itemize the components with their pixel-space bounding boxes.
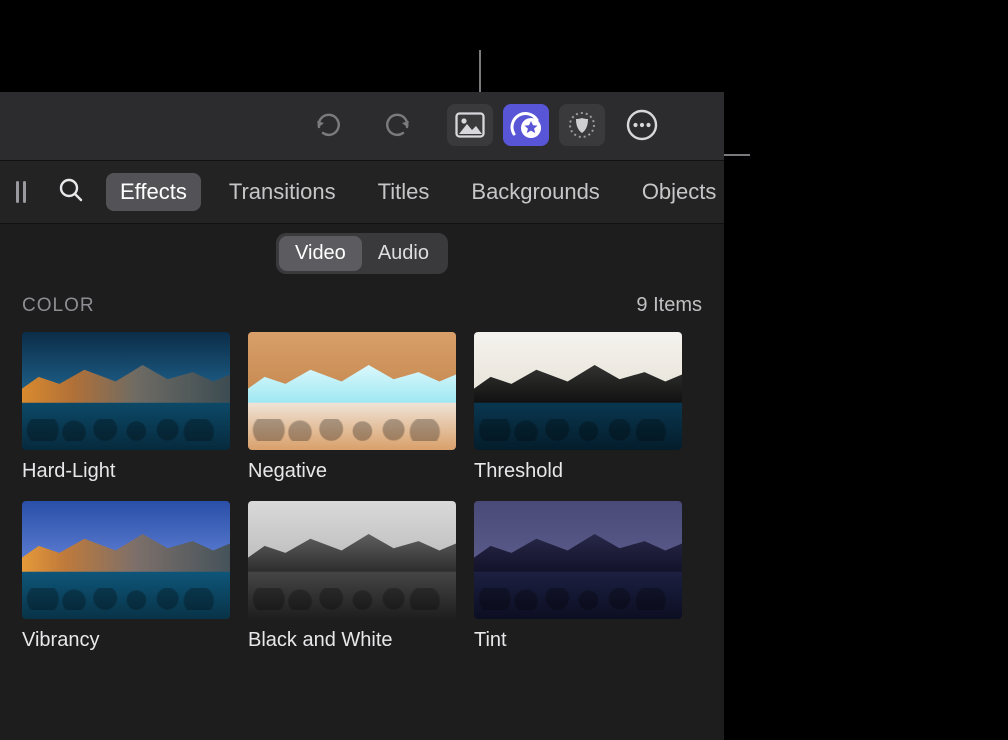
more-button[interactable] <box>621 104 663 146</box>
keyframe-shield-icon <box>567 110 597 140</box>
effects-browser-button[interactable] <box>503 104 549 146</box>
undo-icon <box>313 110 343 140</box>
tab-effects[interactable]: Effects <box>106 173 201 211</box>
redo-button[interactable] <box>377 104 419 146</box>
effects-browser-panel: EffectsTransitionsTitlesBackgroundsObjec… <box>0 92 724 740</box>
effect-label: Hard-Light <box>22 460 230 483</box>
tab-backgrounds[interactable]: Backgrounds <box>457 173 613 211</box>
ellipsis-circle-icon <box>625 108 659 142</box>
photo-icon <box>455 112 485 138</box>
effects-star-icon <box>509 110 543 140</box>
effect-cell[interactable]: Hard-Light <box>22 332 230 483</box>
category-tab-row: EffectsTransitionsTitlesBackgroundsObjec… <box>0 160 724 224</box>
segment-video[interactable]: Video <box>279 236 362 271</box>
effect-label: Tint <box>474 629 682 652</box>
effects-grid: Hard-Light Negative Threshold Vibrancy Black… <box>22 332 702 652</box>
media-type-segment-wrap: VideoAudio <box>0 222 724 284</box>
effect-thumbnail <box>248 332 456 450</box>
panel-collapse-handle[interactable] <box>14 178 28 206</box>
toolbar-button-group <box>325 104 663 146</box>
section-item-count: 9 Items <box>636 294 702 317</box>
effect-label: Black and White <box>248 629 456 652</box>
effect-cell[interactable]: Black and White <box>248 501 456 652</box>
category-tabs: Effects Transitions Titles Backgrounds Objec… <box>106 173 744 211</box>
effect-label: Negative <box>248 460 456 483</box>
section-header: COLOR 9 Items <box>22 294 702 317</box>
effect-label: Threshold <box>474 460 682 483</box>
tab-objects[interactable]: Objects <box>628 173 731 211</box>
segment-audio[interactable]: Audio <box>362 236 445 271</box>
top-toolbar <box>0 92 724 160</box>
effect-cell[interactable]: Vibrancy <box>22 501 230 652</box>
effect-thumbnail <box>22 501 230 619</box>
keyframe-button[interactable] <box>559 104 605 146</box>
media-type-segment: VideoAudio <box>276 233 448 274</box>
section-title: COLOR <box>22 295 95 317</box>
effect-thumbnail <box>248 501 456 619</box>
tab-transitions[interactable]: Transitions <box>215 173 350 211</box>
effect-label: Vibrancy <box>22 629 230 652</box>
tab-titles[interactable]: Titles <box>364 173 444 211</box>
search-icon <box>58 177 84 203</box>
media-browser-button[interactable] <box>447 104 493 146</box>
redo-icon <box>383 110 413 140</box>
effect-cell[interactable]: Tint <box>474 501 682 652</box>
undo-button[interactable] <box>307 104 349 146</box>
effect-thumbnail <box>474 332 682 450</box>
search-button[interactable] <box>58 177 84 208</box>
effect-thumbnail <box>22 332 230 450</box>
effect-thumbnail <box>474 501 682 619</box>
effect-cell[interactable]: Threshold <box>474 332 682 483</box>
effect-cell[interactable]: Negative <box>248 332 456 483</box>
